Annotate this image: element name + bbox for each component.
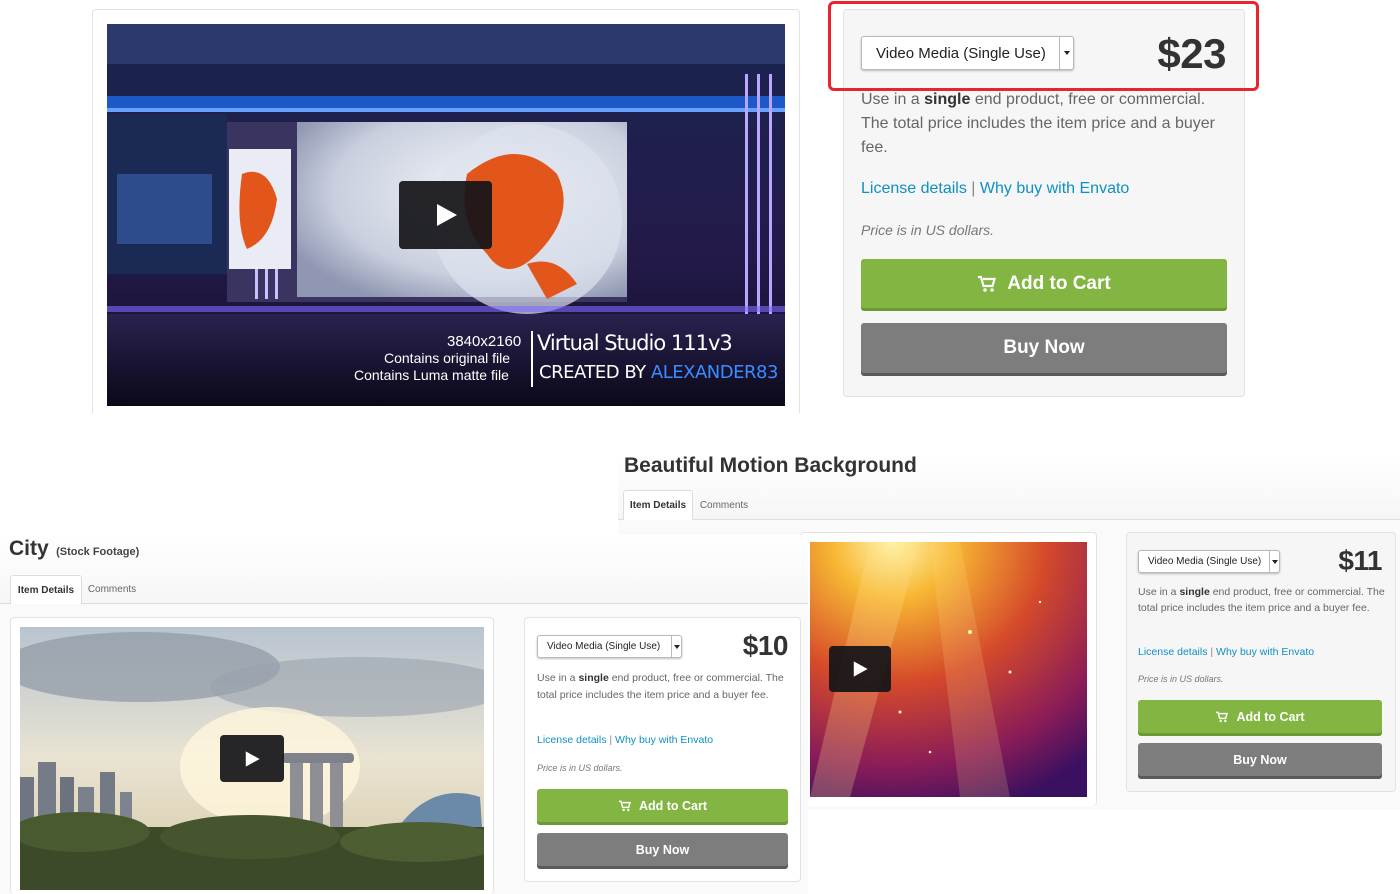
tab-comments[interactable]: Comments — [84, 575, 140, 604]
desc-text: Use in a — [861, 91, 925, 108]
license-select[interactable]: Video Media (Single Use) — [1138, 550, 1280, 573]
buy-now-label: Buy Now — [635, 842, 690, 857]
add-to-cart-button[interactable]: Add to Cart — [1138, 700, 1382, 733]
buy-now-label: Buy Now — [1233, 752, 1287, 767]
license-description: Use in a single end product, free or com… — [861, 88, 1229, 160]
play-icon — [853, 661, 868, 677]
link-separator: | — [609, 734, 613, 746]
why-envato-link[interactable]: Why buy with Envato — [980, 180, 1129, 197]
city-title: City — [9, 537, 49, 560]
license-select-label: Video Media (Single Use) — [876, 44, 1046, 62]
cart-icon — [978, 275, 997, 292]
currency-note: Price is in US dollars. — [1138, 674, 1224, 684]
chevron-down-icon — [671, 636, 681, 657]
play-button[interactable] — [399, 181, 492, 249]
buy-now-button[interactable]: Buy Now — [1138, 743, 1382, 776]
overlay-title: Virtual Studio 111v3 — [537, 331, 733, 355]
desc-text: Use in a — [1138, 586, 1180, 598]
play-button[interactable] — [829, 646, 891, 692]
overlay-credit-prefix: CREATED BY — [539, 362, 646, 383]
add-to-cart-button[interactable]: Add to Cart — [861, 259, 1227, 308]
chevron-down-icon — [1059, 37, 1073, 69]
license-select[interactable]: Video Media (Single Use) — [537, 635, 682, 658]
price-label: $23 — [1157, 30, 1226, 77]
currency-note: Price is in US dollars. — [861, 222, 995, 238]
add-to-cart-button[interactable]: Add to Cart — [537, 789, 788, 822]
desc-text: Use in a — [537, 672, 579, 684]
license-select-label: Video Media (Single Use) — [1148, 556, 1262, 567]
motion-video-player[interactable] — [810, 542, 1087, 797]
play-icon — [245, 750, 260, 767]
license-details-link[interactable]: License details — [1138, 646, 1207, 658]
cart-icon — [1216, 711, 1229, 722]
license-details-link[interactable]: License details — [537, 734, 606, 746]
overlay-credit: CREATED BY ALEXANDER83 — [539, 362, 778, 383]
license-links: License details | Why buy with Envato — [1138, 646, 1314, 658]
play-button[interactable] — [220, 735, 284, 782]
license-links: License details | Why buy with Envato — [537, 734, 713, 746]
license-description: Use in a single end product, free or com… — [537, 670, 793, 703]
license-select-label: Video Media (Single Use) — [547, 641, 661, 652]
play-icon — [436, 204, 457, 226]
add-to-cart-label: Add to Cart — [638, 798, 708, 813]
why-envato-link[interactable]: Why buy with Envato — [1216, 646, 1314, 658]
buy-now-button[interactable]: Buy Now — [861, 323, 1227, 373]
overlay-line-1: Contains original file — [384, 350, 511, 366]
overlay-credit-name: ALEXANDER83 — [650, 362, 778, 383]
buy-now-button[interactable]: Buy Now — [537, 833, 788, 866]
price-label: $11 — [1338, 545, 1382, 576]
tab-item-details[interactable]: Item Details — [623, 490, 693, 520]
price-label: $10 — [742, 630, 789, 661]
desc-bold: single — [924, 91, 971, 108]
chevron-down-icon — [1269, 551, 1279, 572]
link-separator: | — [971, 180, 976, 197]
why-envato-link[interactable]: Why buy with Envato — [615, 734, 713, 746]
tab-comments[interactable]: Comments — [695, 490, 753, 520]
top-video-player[interactable]: 3840x2160 Contains original file Contain… — [107, 24, 785, 406]
desc-bold: single — [578, 672, 609, 684]
overlay-line-2: Contains Luma matte file — [354, 367, 509, 383]
city-title-row: City (Stock Footage) — [9, 537, 139, 561]
motion-title: Beautiful Motion Background — [624, 454, 917, 477]
overlay-divider — [531, 331, 533, 387]
license-select[interactable]: Video Media (Single Use) — [861, 36, 1074, 70]
city-video-player[interactable] — [20, 627, 484, 890]
link-separator: | — [1210, 646, 1214, 658]
currency-note: Price is in US dollars. — [537, 763, 623, 773]
cart-icon — [618, 800, 631, 811]
tab-item-details[interactable]: Item Details — [10, 575, 82, 604]
overlay-resolution: 3840x2160 — [447, 333, 522, 350]
city-subtitle: (Stock Footage) — [56, 546, 140, 558]
license-links: License details | Why buy with Envato — [861, 180, 1129, 198]
desc-bold: single — [1179, 586, 1210, 598]
add-to-cart-label: Add to Cart — [1236, 709, 1305, 724]
add-to-cart-label: Add to Cart — [1007, 272, 1111, 294]
license-details-link[interactable]: License details — [861, 180, 967, 197]
license-description: Use in a single end product, free or com… — [1138, 584, 1388, 616]
buy-now-label: Buy Now — [1003, 337, 1085, 358]
